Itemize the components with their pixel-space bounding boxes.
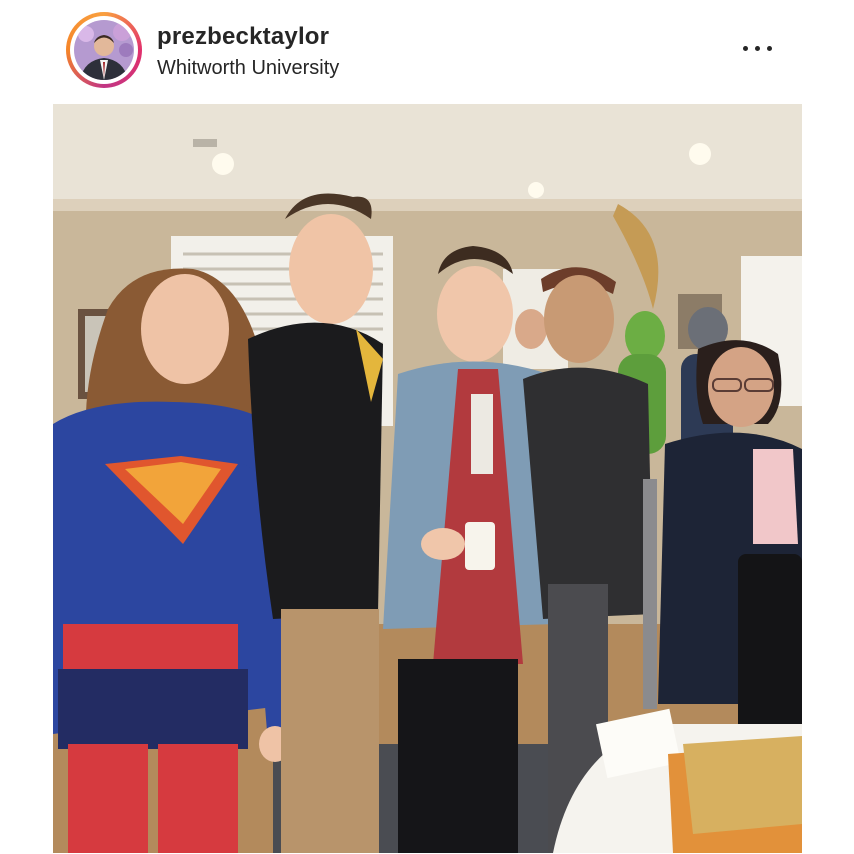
profile-avatar[interactable] [70,16,138,84]
group-costume-photo [53,104,802,853]
more-dot [743,46,748,51]
more-dot [755,46,760,51]
post-location[interactable]: Whitworth University [157,57,339,80]
post-header: prezbecktaylor Whitworth University [0,0,854,100]
post-photo[interactable] [53,104,802,853]
more-options-icon[interactable] [740,38,776,60]
post-username[interactable]: prezbecktaylor [157,23,329,51]
more-dot [767,46,772,51]
story-ring[interactable] [66,12,142,88]
avatar-photo-icon [74,20,134,80]
